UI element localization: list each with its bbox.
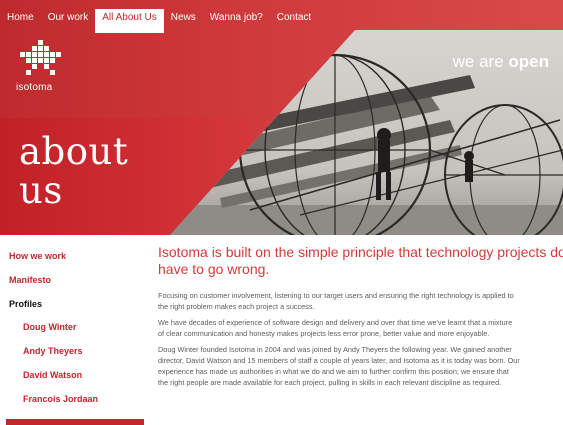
logo-wordmark[interactable]: isotoma xyxy=(16,82,52,93)
paragraph-1-line2: the right problem makes each project a s… xyxy=(158,302,315,311)
paragraph-2-line2: of clear communication and honesty makes… xyxy=(158,329,490,338)
isotoma-logo-icon[interactable] xyxy=(18,40,64,80)
nav-contact[interactable]: Contact xyxy=(270,9,318,27)
sidebar-item-francois-jordaan[interactable]: Francois Jordaan xyxy=(23,394,98,404)
headline-line2: have to go wrong. xyxy=(158,261,270,277)
sidebar-item-andy-theyers[interactable]: Andy Theyers xyxy=(23,346,83,356)
page-title-line1: about xyxy=(19,130,129,173)
paragraph-2-line1: We have decades of experience of softwar… xyxy=(158,318,513,327)
paragraph-3-line4: the right people are made available for … xyxy=(158,378,502,387)
paragraph-1-line1: Focusing on customer involvement, listen… xyxy=(158,291,514,300)
paragraph-3-line1: Doug Winter founded Isotoma in 2004 and … xyxy=(158,345,512,354)
headline-line1: Isotoma is built on the simple principle… xyxy=(158,244,563,260)
top-nav: Home Our work All About Us News Wanna jo… xyxy=(0,9,318,33)
sidebar-item-profiles[interactable]: Profiles xyxy=(9,299,42,309)
sidebar-bottom-bar xyxy=(6,419,144,425)
paragraph-3-line2: director, David Watson and 15 members of… xyxy=(158,356,520,365)
hero-banner: Home Our work All About Us News Wanna jo… xyxy=(0,0,563,235)
nav-wanna-job[interactable]: Wanna job? xyxy=(203,9,270,27)
nav-home[interactable]: Home xyxy=(0,9,41,27)
page-title-line2: us xyxy=(19,169,63,212)
sidebar-item-david-watson[interactable]: David Watson xyxy=(23,370,82,380)
paragraph-3-line3: experience has made us authorities in wh… xyxy=(158,367,509,376)
hero-photo xyxy=(170,30,563,235)
sidebar-item-manifesto[interactable]: Manifesto xyxy=(9,275,51,285)
sidebar-item-how-we-work[interactable]: How we work xyxy=(9,251,66,261)
nav-news[interactable]: News xyxy=(164,9,203,27)
sidebar-item-doug-winter[interactable]: Doug Winter xyxy=(23,322,76,332)
nav-all-about-us[interactable]: All About Us xyxy=(95,9,164,33)
main-content: Isotoma is built on the simple principle… xyxy=(158,244,563,388)
tagline: we are open xyxy=(452,52,549,71)
nav-our-work[interactable]: Our work xyxy=(41,9,96,27)
